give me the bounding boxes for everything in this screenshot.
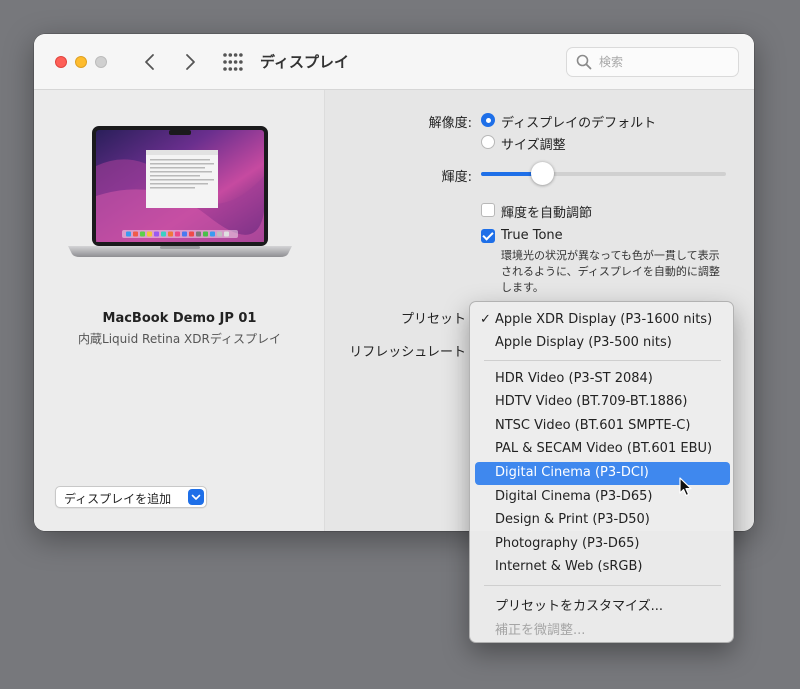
auto-brightness-label: 輝度を自動調節 xyxy=(501,206,593,221)
display-list-pane: MacBook Demo JP 01 内蔵Liquid Retina XDRディ… xyxy=(34,90,325,531)
checkmark-icon: ✓ xyxy=(480,312,491,327)
preset-menu: ✓ Apple XDR Display (P3-1600 nits) Apple… xyxy=(469,301,734,643)
window-title: ディスプレイ xyxy=(260,53,349,71)
resolution-label: 解像度: xyxy=(428,116,472,131)
mouse-pointer-icon xyxy=(679,477,692,497)
back-button[interactable] xyxy=(138,50,162,74)
menu-item-design-print[interactable]: Design & Print (P3-D50) xyxy=(475,509,730,532)
search-input[interactable] xyxy=(599,53,729,71)
preset-label: プリセット xyxy=(400,312,466,327)
zoom-window-button[interactable] xyxy=(95,56,107,68)
menu-item-fine-tune: 補正を微調整... xyxy=(495,623,586,638)
brightness-label: 輝度: xyxy=(441,170,472,185)
menu-item-customize-presets[interactable]: プリセットをカスタマイズ... xyxy=(475,592,730,615)
device-subtitle: 内蔵Liquid Retina XDRディスプレイ xyxy=(78,332,281,346)
resolution-scaled-label: サイズ調整 xyxy=(501,138,566,153)
true-tone-checkbox[interactable] xyxy=(481,229,495,243)
title-bar: ディスプレイ xyxy=(34,34,754,90)
true-tone-description: 環境光の状況が異なっても色が一貫して表示されるように、ディスプレイを自動的に調整… xyxy=(501,249,720,294)
brightness-slider-track[interactable] xyxy=(481,172,726,176)
menu-item-internet-web[interactable]: Internet & Web (sRGB) xyxy=(475,556,730,579)
auto-brightness-checkbox[interactable] xyxy=(481,203,495,217)
add-display-popup[interactable]: ディスプレイを追加 xyxy=(55,486,207,508)
add-display-label: ディスプレイを追加 xyxy=(64,492,172,506)
menu-separator xyxy=(484,585,721,586)
close-window-button[interactable] xyxy=(55,56,67,68)
macbook-display-thumbnail[interactable] xyxy=(68,126,292,260)
device-name: MacBook Demo JP 01 xyxy=(102,311,257,326)
chevron-down-icon xyxy=(188,489,204,505)
menu-item-apple-xdr[interactable]: ✓ Apple XDR Display (P3-1600 nits) xyxy=(475,309,730,332)
chevron-right-icon xyxy=(186,54,195,70)
resolution-scaled-radio[interactable] xyxy=(481,135,495,149)
forward-button[interactable] xyxy=(178,50,202,74)
resolution-default-radio[interactable] xyxy=(481,113,495,127)
show-all-button[interactable] xyxy=(222,52,244,72)
resolution-default-label: ディスプレイのデフォルト xyxy=(501,116,657,131)
true-tone-label: True Tone xyxy=(501,228,563,243)
menu-separator xyxy=(484,360,721,361)
minimize-window-button[interactable] xyxy=(75,56,87,68)
menu-item-photography[interactable]: Photography (P3-D65) xyxy=(475,533,730,556)
menu-item-pal-secam-video[interactable]: PAL & SECAM Video (BT.601 EBU) xyxy=(475,438,730,461)
search-icon xyxy=(576,54,592,70)
chevron-left-icon xyxy=(145,54,154,70)
menu-item-ntsc-video[interactable]: NTSC Video (BT.601 SMPTE-C) xyxy=(475,415,730,438)
search-field[interactable] xyxy=(566,47,739,77)
menu-item-hdtv-video[interactable]: HDTV Video (BT.709-BT.1886) xyxy=(475,391,730,414)
menu-item-hdr-video[interactable]: HDR Video (P3-ST 2084) xyxy=(475,368,730,391)
menu-item-apple-display[interactable]: Apple Display (P3-500 nits) xyxy=(475,332,730,355)
brightness-slider-thumb[interactable] xyxy=(530,162,554,185)
grid-icon xyxy=(223,53,243,71)
refresh-rate-label: リフレッシュレート xyxy=(349,345,466,360)
